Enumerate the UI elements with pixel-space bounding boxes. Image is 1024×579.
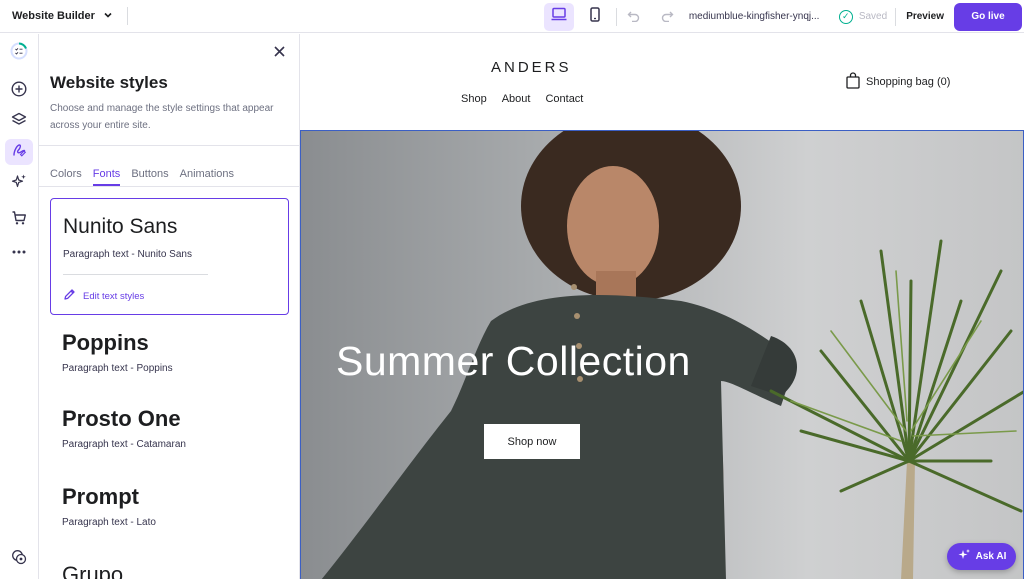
font-option-name: Grupo xyxy=(62,562,124,579)
website-canvas: ANDERS Shop About Contact Shopping bag (… xyxy=(300,34,1024,579)
desktop-icon xyxy=(551,7,567,26)
chevron-down-icon xyxy=(103,10,113,23)
more-button[interactable] xyxy=(5,238,33,264)
undo-icon xyxy=(627,9,640,25)
divider xyxy=(63,274,208,275)
font-option-grupo[interactable]: Grupo xyxy=(62,562,123,579)
edit-text-styles-button[interactable]: Edit text styles xyxy=(63,288,144,304)
close-icon xyxy=(273,44,285,60)
more-icon xyxy=(11,242,27,260)
ask-ai-button[interactable]: Ask AI xyxy=(947,543,1016,570)
nav-shop[interactable]: Shop xyxy=(461,93,487,105)
onboarding-progress-icon xyxy=(10,42,28,65)
website-styles-panel: Website styles Choose and manage the sty… xyxy=(39,34,300,579)
selected-font-paragraph: Paragraph text - Nunito Sans xyxy=(63,249,192,260)
selected-font-card[interactable]: Nunito Sans Paragraph text - Nunito Sans… xyxy=(50,198,289,315)
site-logo[interactable]: ANDERS xyxy=(491,59,571,76)
shopping-bag-link[interactable]: Shopping bag (0) xyxy=(846,72,950,92)
redo-icon xyxy=(661,9,674,25)
go-live-button[interactable]: Go live xyxy=(954,2,1022,31)
domain-name[interactable]: mediumblue-kingfisher-ynqj... xyxy=(689,11,829,22)
panel-description: Choose and manage the style settings tha… xyxy=(50,103,274,131)
website-styles-button[interactable] xyxy=(5,139,33,165)
add-elements-button[interactable] xyxy=(5,78,33,104)
layers-button[interactable] xyxy=(5,109,33,135)
app-title: Website Builder xyxy=(12,10,95,22)
ecommerce-button[interactable] xyxy=(5,207,33,233)
divider xyxy=(126,7,128,25)
font-option-name: Prompt xyxy=(62,484,139,509)
tab-animations[interactable]: Animations xyxy=(180,168,234,186)
font-option-paragraph: Paragraph text - Lato xyxy=(62,517,156,528)
font-option-name: Poppins xyxy=(62,330,149,355)
mobile-view-button[interactable] xyxy=(580,3,610,31)
cart-icon xyxy=(11,210,27,231)
divider xyxy=(615,7,617,26)
site-nav: Shop About Contact xyxy=(461,93,598,105)
tab-buttons[interactable]: Buttons xyxy=(131,168,168,186)
ai-sparkle-icon xyxy=(957,548,976,565)
mobile-icon xyxy=(590,6,600,27)
selected-font-name: Nunito Sans xyxy=(63,215,178,238)
preview-button[interactable]: Preview xyxy=(896,11,954,22)
undo-button[interactable] xyxy=(621,4,647,30)
shop-now-button[interactable]: Shop now xyxy=(484,424,580,459)
add-icon xyxy=(11,80,27,102)
top-bar: Website Builder mediumblue-kingfisher-yn… xyxy=(0,0,1024,33)
topbar-actions: mediumblue-kingfisher-ynqj... ✓ Saved Pr… xyxy=(543,0,1024,33)
font-option-paragraph: Paragraph text - Catamaran xyxy=(62,439,186,450)
style-tabs: Colors Fonts Buttons Animations xyxy=(50,168,245,186)
left-rail xyxy=(0,34,39,579)
saved-status: ✓ Saved xyxy=(838,9,888,24)
settings-button[interactable] xyxy=(5,546,33,572)
desktop-view-button[interactable] xyxy=(543,2,574,31)
ask-ai-label: Ask AI xyxy=(975,551,1007,562)
ai-sparkle-icon xyxy=(11,173,27,194)
tab-fonts[interactable]: Fonts xyxy=(92,168,121,186)
nav-contact[interactable]: Contact xyxy=(545,93,583,105)
font-option-name: Prosto One xyxy=(62,406,181,431)
website-builder-menu[interactable]: Website Builder xyxy=(0,0,113,32)
saved-label: Saved xyxy=(858,11,888,22)
shopping-bag-label: Shopping bag (0) xyxy=(866,76,951,88)
check-circle-icon: ✓ xyxy=(838,9,853,24)
site-header[interactable]: ANDERS Shop About Contact Shopping bag (… xyxy=(300,34,1024,130)
layers-icon xyxy=(11,112,27,133)
edit-text-styles-label: Edit text styles xyxy=(83,290,145,302)
redo-button[interactable] xyxy=(655,4,681,30)
nav-about[interactable]: About xyxy=(502,93,531,105)
pencil-icon xyxy=(63,288,83,304)
font-option-poppins[interactable]: Poppins Paragraph text - Poppins xyxy=(62,330,173,374)
ai-tools-button[interactable] xyxy=(5,170,33,196)
font-option-prosto-one[interactable]: Prosto One Paragraph text - Catamaran xyxy=(62,406,186,450)
divider xyxy=(39,145,299,146)
hero-title[interactable]: Summer Collection xyxy=(336,338,691,385)
font-option-paragraph: Paragraph text - Poppins xyxy=(62,363,173,374)
tab-colors[interactable]: Colors xyxy=(50,168,82,186)
panel-title: Website styles xyxy=(50,73,168,92)
settings-icon xyxy=(11,549,27,570)
styles-icon xyxy=(11,142,27,163)
hero-section[interactable]: Summer Collection Shop now xyxy=(300,130,1024,579)
divider xyxy=(39,186,299,187)
close-panel-button[interactable] xyxy=(271,44,287,60)
onboarding-progress-button[interactable] xyxy=(5,40,33,66)
shopping-bag-icon xyxy=(846,72,866,92)
font-option-prompt[interactable]: Prompt Paragraph text - Lato xyxy=(62,484,156,528)
